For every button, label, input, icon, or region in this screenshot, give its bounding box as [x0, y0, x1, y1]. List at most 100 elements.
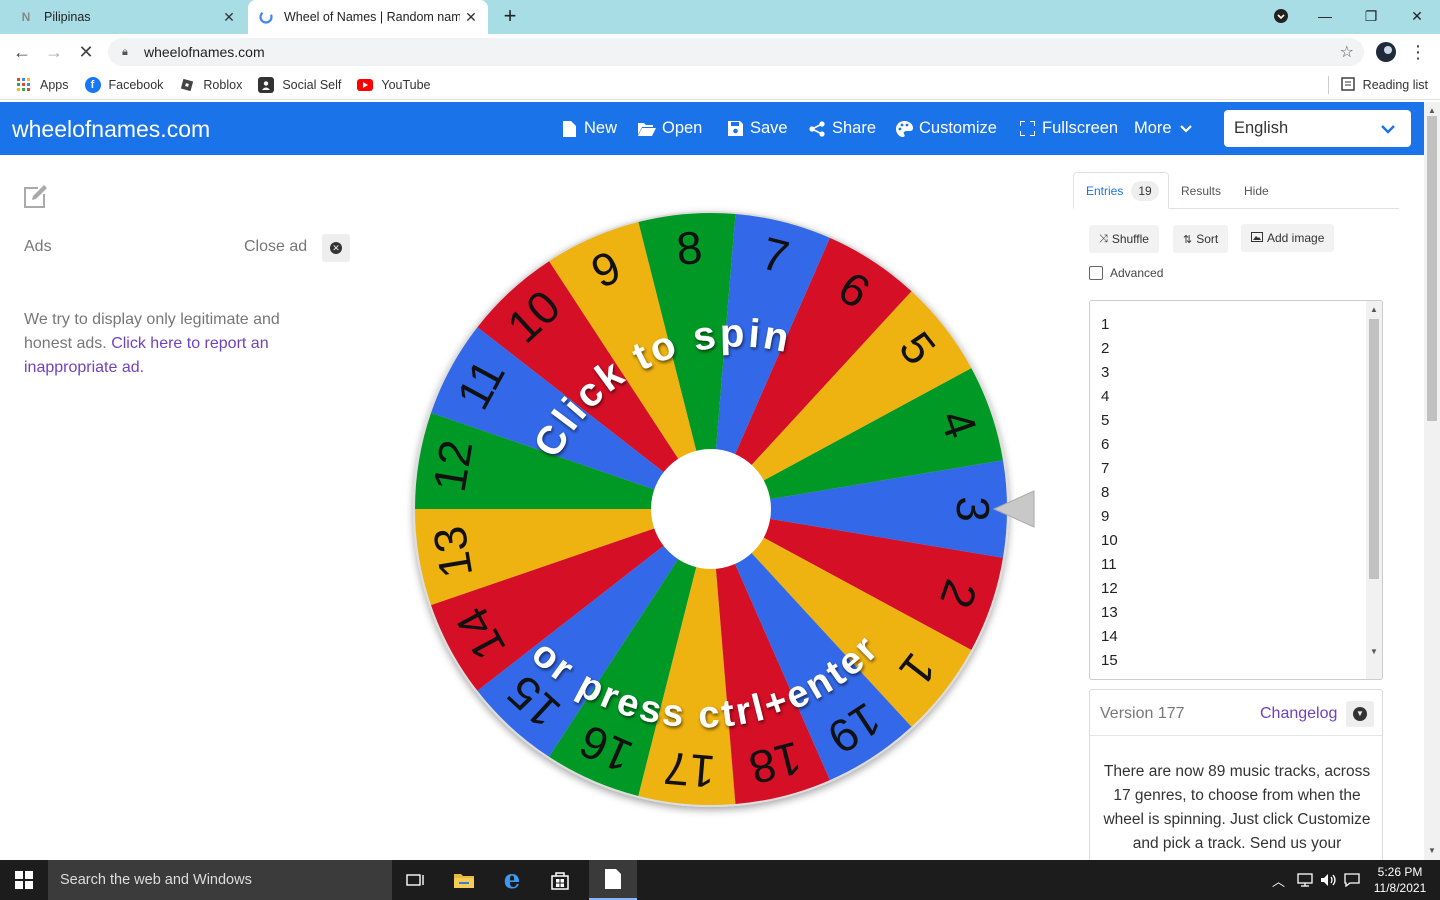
start-button[interactable] — [0, 860, 48, 900]
ad-disclaimer: We try to display only legitimate and ho… — [24, 311, 280, 376]
site-brand[interactable]: wheelofnames.com — [12, 116, 210, 143]
entry-line: 7 — [1101, 460, 1110, 477]
action-center-icon[interactable] — [1344, 860, 1360, 900]
restore-icon[interactable]: ❐ — [1348, 0, 1394, 32]
entries-textarea[interactable]: 1 2 3 4 5 6 7 8 9 10 11 12 13 14 15 ▲ ▼ — [1089, 300, 1383, 680]
taskbar-search-input[interactable]: Search the web and Windows — [48, 860, 392, 900]
tab-hide[interactable]: Hide — [1244, 172, 1269, 209]
back-arrow-icon[interactable]: ← — [10, 40, 34, 64]
share-icon — [808, 120, 826, 137]
entry-line: 12 — [1101, 580, 1118, 597]
bookmark-youtube[interactable]: YouTube — [357, 78, 431, 92]
version-card: Version 177 Changelog ▼ There are now 89… — [1089, 689, 1383, 869]
scrollbar-thumb[interactable] — [1369, 319, 1379, 579]
close-ad-button[interactable]: ✕ — [322, 234, 350, 262]
windows-taskbar: Search the web and Windows e ︿ 5:26 PM 1… — [0, 860, 1440, 900]
wheel-center[interactable] — [651, 449, 771, 569]
save-button[interactable]: Save — [726, 119, 788, 138]
language-select[interactable]: English — [1224, 110, 1411, 147]
advanced-checkbox[interactable] — [1089, 266, 1103, 280]
scroll-down-arrow-icon[interactable]: ▼ — [1370, 647, 1378, 656]
browser-tab-pilipinas[interactable]: N Pilipinas ✕ — [8, 0, 246, 34]
file-icon — [560, 120, 578, 137]
changelog-link[interactable]: Changelog — [1260, 705, 1337, 723]
minimize-icon[interactable]: — — [1302, 0, 1348, 32]
scrollbar-thumb[interactable] — [1427, 116, 1437, 421]
bookmark-roblox[interactable]: Roblox — [179, 77, 242, 93]
share-button[interactable]: Share — [808, 119, 876, 138]
reading-list-icon — [1340, 76, 1355, 94]
profile-avatar[interactable] — [1374, 40, 1398, 64]
tab-search-icon[interactable] — [1258, 0, 1304, 32]
floppy-disk-icon — [726, 121, 744, 136]
entry-line: 9 — [1101, 508, 1110, 525]
divider — [1327, 76, 1329, 94]
tab-results[interactable]: Results — [1181, 172, 1221, 209]
address-bar[interactable]: 🔒︎ wheelofnames.com ☆ — [108, 38, 1364, 66]
clock-time: 5:26 PM — [1377, 865, 1423, 879]
folder-open-icon — [638, 122, 656, 136]
chevron-down-icon: ▼ — [1353, 707, 1367, 721]
entry-line: 1 — [1101, 316, 1110, 333]
entries-scrollbar[interactable]: ▲ ▼ — [1366, 301, 1382, 679]
close-ad-label[interactable]: Close ad — [244, 238, 307, 256]
advanced-option[interactable]: Advanced — [1089, 266, 1163, 280]
entry-line: 11 — [1101, 556, 1117, 573]
open-button[interactable]: Open — [638, 119, 702, 138]
windows-logo-icon — [15, 871, 33, 889]
google-favicon-icon — [258, 9, 274, 25]
new-tab-button[interactable]: + — [498, 5, 522, 29]
scroll-up-arrow-icon[interactable]: ▲ — [1370, 305, 1378, 314]
bookmark-star-icon[interactable]: ☆ — [1340, 42, 1354, 62]
entry-line: 5 — [1101, 412, 1110, 429]
document-app-icon[interactable] — [589, 860, 637, 900]
window-close-icon[interactable]: ✕ — [1394, 0, 1440, 32]
facebook-icon: f — [84, 76, 101, 93]
sort-button[interactable]: ⇅ Sort — [1173, 225, 1229, 253]
task-view-icon[interactable] — [392, 860, 440, 900]
page-scrollbar[interactable]: ▲ ▼ — [1424, 102, 1440, 860]
bookmark-apps[interactable]: Apps — [16, 77, 69, 93]
edge-browser-icon[interactable]: e — [488, 860, 536, 900]
expand-icon — [1018, 121, 1036, 136]
wheel-segment-label: 8 — [674, 221, 704, 275]
browser-menu-icon[interactable]: ⋮ — [1406, 40, 1430, 64]
stop-loading-icon[interactable]: ✕ — [74, 40, 98, 64]
taskbar-clock[interactable]: 5:26 PM 11/8/2021 — [1364, 864, 1436, 896]
apps-grid-icon — [16, 77, 32, 93]
forward-arrow-icon[interactable]: → — [42, 40, 66, 64]
close-tab-icon[interactable]: ✕ — [218, 9, 240, 26]
version-notes: There are now 89 music tracks, across 17… — [1103, 763, 1371, 852]
changelog-toggle-button[interactable]: ▼ — [1346, 701, 1374, 727]
scroll-up-arrow-icon[interactable]: ▲ — [1428, 106, 1436, 115]
bookmark-facebook[interactable]: f Facebook — [84, 76, 163, 93]
panel-tabs: Entries 19 Results Hide — [1073, 172, 1399, 209]
ads-label: Ads — [24, 238, 52, 255]
customize-button[interactable]: Customize — [895, 119, 997, 138]
store-icon[interactable] — [536, 860, 584, 900]
clock-date: 11/8/2021 — [1373, 881, 1427, 895]
volume-icon[interactable] — [1320, 860, 1338, 900]
file-explorer-icon[interactable] — [440, 860, 488, 900]
wheel-segment-label: 13 — [423, 523, 483, 582]
add-image-button[interactable]: Add image — [1241, 224, 1335, 252]
lock-icon: 🔒︎ — [122, 45, 128, 58]
wheel[interactable]: 12345678910111213141516 17 18 19 Click to s… — [400, 200, 1040, 820]
network-icon[interactable] — [1296, 860, 1314, 900]
tab-entries[interactable]: Entries 19 — [1073, 172, 1169, 209]
scroll-down-arrow-icon[interactable]: ▼ — [1428, 846, 1436, 855]
show-hidden-icons-icon[interactable]: ︿ — [1272, 860, 1285, 900]
new-button[interactable]: New — [560, 119, 617, 138]
close-tab-icon[interactable]: ✕ — [460, 9, 482, 26]
bookmark-social-self[interactable]: Social Self — [258, 76, 341, 93]
edit-icon[interactable] — [22, 184, 48, 210]
wheel-segment-label: 12 — [423, 436, 483, 495]
shuffle-button[interactable]: ⤨ Shuffle — [1089, 225, 1159, 253]
wheel-segment-label: 3 — [947, 496, 999, 522]
tab-title: Wheel of Names | Random name — [284, 10, 460, 24]
more-dropdown[interactable]: More — [1134, 119, 1192, 138]
reading-list-button[interactable]: Reading list — [1327, 76, 1428, 94]
chevron-down-icon — [1381, 120, 1395, 139]
browser-tab-wheel-of-names[interactable]: Wheel of Names | Random name ✕ — [248, 0, 488, 34]
fullscreen-button[interactable]: Fullscreen — [1018, 119, 1118, 138]
